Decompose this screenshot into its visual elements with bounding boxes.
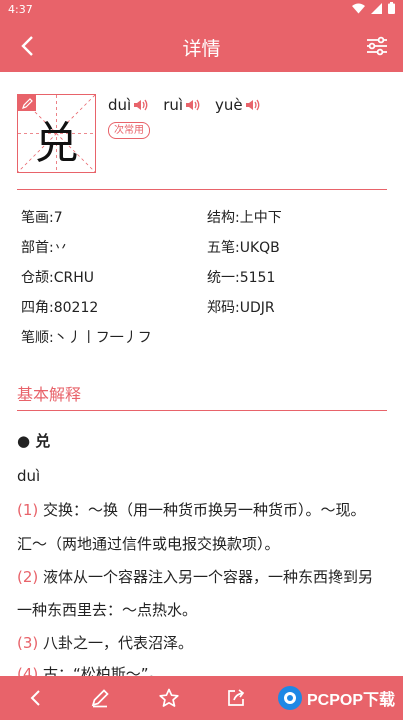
pinyin-row: duì ruì yuè (108, 96, 261, 114)
definition-2-line2: 一种东西里去：～点热水。 (17, 601, 198, 619)
sliders-icon (367, 36, 387, 56)
definition-1-line1: (1) 交换：～换（用一种货币换另一种货币）。～现。 (17, 500, 387, 520)
definition-3-line1: (3) 八卦之一，代表沼泽。 (17, 633, 387, 653)
definition-number: (1) (17, 501, 39, 519)
status-icons (352, 2, 395, 14)
share-button[interactable] (220, 682, 252, 714)
prev-button[interactable] (19, 682, 51, 714)
definition-1-line2: 汇～（两地通过信件或电报交换款项）。 (17, 535, 280, 553)
info-wubi: 五笔:UKQB (207, 240, 280, 256)
watermark-text: PCPOP下载 (307, 692, 396, 709)
info-unified: 统一:5151 (207, 270, 276, 286)
pinyin-yue[interactable]: yuè (215, 96, 261, 114)
speaker-icon[interactable] (185, 98, 201, 112)
definition-number: (3) (17, 634, 39, 652)
info-stroke-order: 笔顺:丶丿丨フ一丿フ (21, 330, 152, 346)
entry-pinyin: duì (17, 467, 41, 485)
app-bar: 详情 (0, 20, 403, 72)
star-icon (159, 688, 179, 707)
definition-text: 八卦之一，代表沼泽。 (38, 634, 194, 652)
entry-heading: ● 兑 (17, 432, 51, 450)
chevron-left-icon (30, 690, 40, 706)
handwrite-button[interactable] (18, 95, 36, 111)
section-title-basic: 基本解释 (17, 385, 82, 404)
pinyin-dui[interactable]: duì (108, 96, 149, 114)
info-structure: 结构:上中下 (207, 210, 282, 226)
info-strokes: 笔画:7 (21, 210, 63, 226)
divider (17, 410, 387, 411)
favorite-button[interactable] (153, 682, 185, 714)
pencil-icon (91, 689, 109, 708)
status-bar: 4:37 (0, 0, 403, 20)
divider (17, 189, 387, 190)
settings-button[interactable] (361, 30, 393, 62)
definition-2-line1: (2) 液体从一个容器注入另一个容器，一种东西搀到另 (17, 567, 387, 587)
pinyin-text: duì (108, 96, 132, 114)
info-zhengma: 郑码:UDJR (207, 300, 275, 316)
status-time: 4:37 (8, 3, 33, 16)
pinyin-text: yuè (215, 96, 243, 114)
watermark: PCPOP下载 (277, 678, 401, 718)
pcpop-logo-icon (278, 686, 302, 710)
frequency-badge: 次常用 (108, 122, 150, 139)
speaker-icon[interactable] (133, 98, 149, 112)
pencil-icon (21, 97, 33, 109)
pinyin-text: ruì (163, 96, 184, 114)
info-cangjie: 仓颉:CRHU (21, 270, 94, 286)
definition-text: 交换：～换（用一种货币换另一种货币）。～现。 (38, 501, 366, 519)
character-box[interactable]: 兑 (17, 94, 96, 173)
page-title: 详情 (182, 38, 221, 60)
speaker-icon[interactable] (245, 98, 261, 112)
battery-icon (388, 2, 395, 14)
info-radical: 部首:丷 (21, 240, 68, 256)
character-glyph: 兑 (34, 118, 79, 169)
wifi-icon (352, 3, 365, 13)
signal-icon (371, 2, 382, 14)
pinyin-rui[interactable]: ruì (163, 96, 201, 114)
write-button[interactable] (84, 682, 116, 714)
share-icon (228, 689, 245, 706)
bottom-toolbar: PCPOP下载 (0, 676, 403, 720)
info-sijiao: 四角:80212 (21, 300, 99, 316)
definition-text: 液体从一个容器注入另一个容器，一种东西搀到另 (38, 568, 374, 586)
definition-number: (2) (17, 568, 39, 586)
